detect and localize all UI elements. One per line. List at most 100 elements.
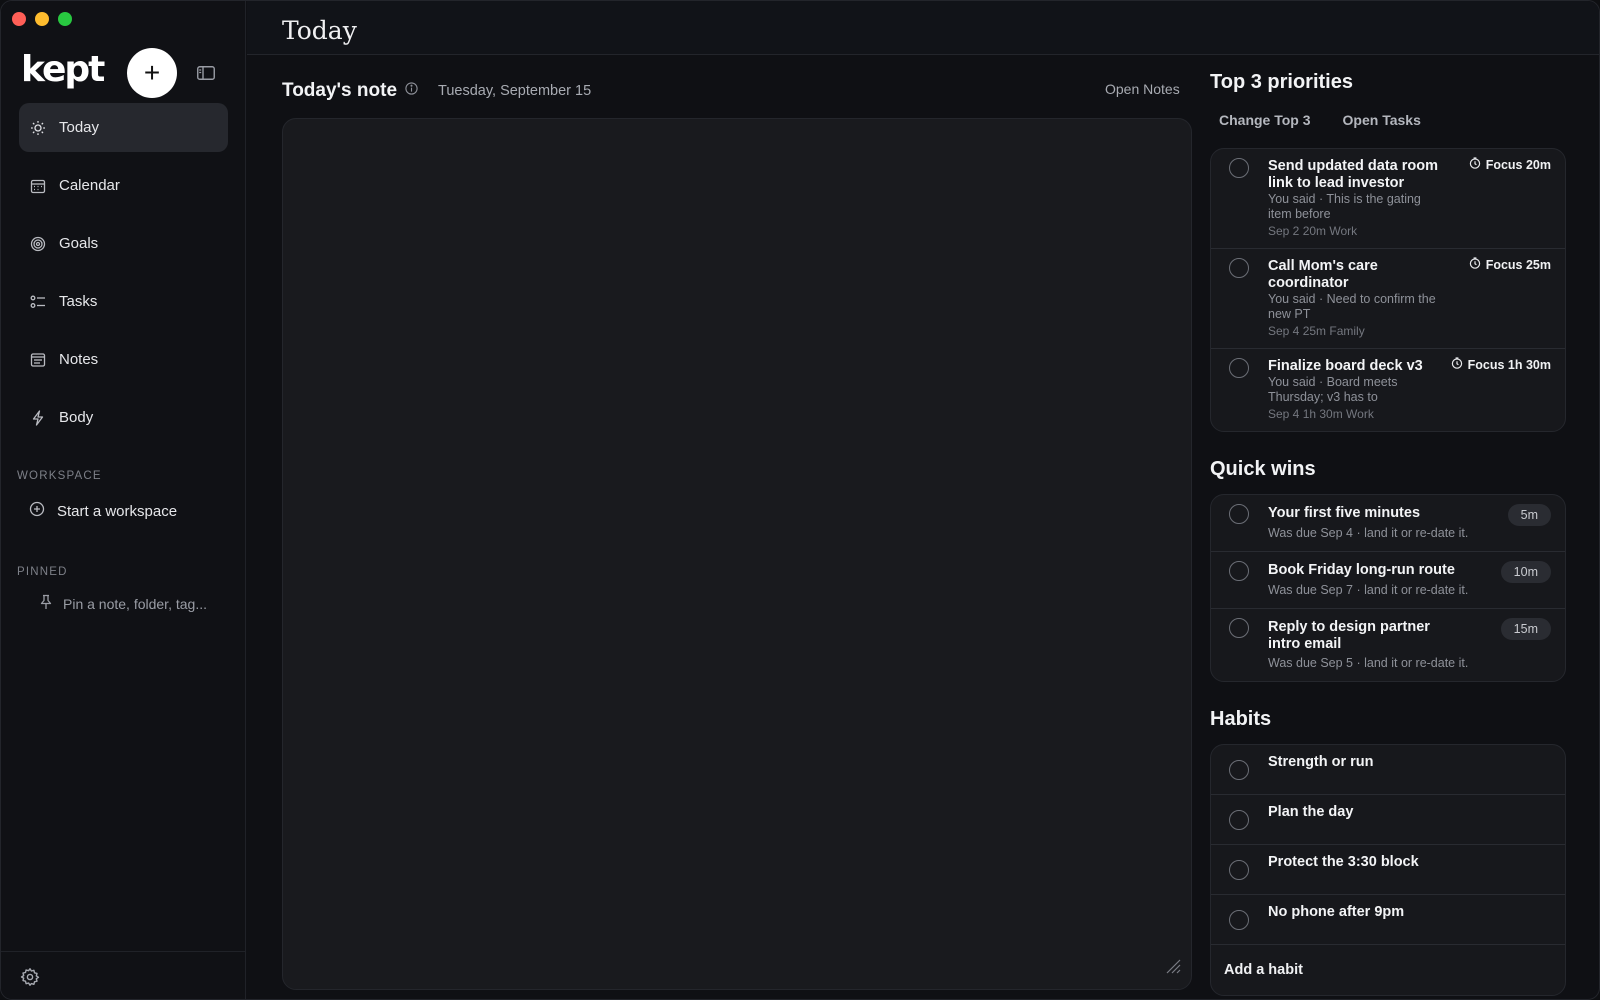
page-title: Today: [282, 16, 357, 45]
task-checkbox[interactable]: [1229, 158, 1249, 178]
pinned-placeholder[interactable]: Pin a note, folder, tag...: [39, 594, 207, 613]
sidebar-item-label: Goals: [59, 235, 99, 252]
task-note: You said · Need to confirm the new PT: [1268, 292, 1436, 322]
change-top3-button[interactable]: Change Top 3: [1219, 112, 1311, 128]
task-meta: Sep 4 1h 30m Work: [1268, 407, 1374, 421]
app-logo: kept: [21, 49, 105, 90]
task-title-line: Call Mom's care: [1268, 258, 1378, 274]
timer-icon: [1451, 357, 1463, 372]
timer-icon: [1469, 257, 1481, 272]
minimize-window-button[interactable]: [35, 12, 49, 26]
task-title-line: coordinator: [1268, 275, 1349, 291]
open-tasks-button[interactable]: Open Tasks: [1343, 112, 1421, 128]
sidebar-nav: Today Calendar Goals Tasks Notes Body: [19, 103, 228, 451]
info-icon[interactable]: [405, 82, 418, 100]
task-checkbox[interactable]: [1229, 618, 1249, 638]
sidebar-item-body[interactable]: Body: [19, 393, 228, 442]
calendar-icon: [29, 177, 47, 195]
habit-checkbox[interactable]: [1229, 760, 1249, 780]
priorities-card: Send updated data room link to lead inve…: [1210, 148, 1566, 432]
sidebar-item-goals[interactable]: Goals: [19, 219, 228, 268]
quick-win-row[interactable]: Reply to design partner intro email Was …: [1211, 609, 1565, 681]
task-checkbox[interactable]: [1229, 561, 1249, 581]
sidebar-item-label: Calendar: [59, 177, 120, 194]
task-note: Was due Sep 4 · land it or re-date it.: [1268, 526, 1469, 540]
task-note: Was due Sep 5 · land it or re-date it.: [1268, 656, 1469, 670]
sidebar-item-calendar[interactable]: Calendar: [19, 161, 228, 210]
task-note-line: You said · Need to confirm the: [1268, 292, 1436, 306]
note-icon: [29, 351, 47, 369]
task-title-line: intro email: [1268, 636, 1342, 652]
close-window-button[interactable]: [12, 12, 26, 26]
habits-title: Habits: [1210, 708, 1272, 730]
note-date: Tuesday, September 15: [438, 83, 592, 99]
sidebar-item-tasks[interactable]: Tasks: [19, 277, 228, 326]
timer-icon: [1469, 157, 1481, 172]
right-panel: Top 3 priorities Change Top 3 Open Tasks…: [1210, 71, 1566, 996]
task-title-line: Send updated data room: [1268, 158, 1438, 174]
habit-checkbox[interactable]: [1229, 810, 1249, 830]
task-checkbox[interactable]: [1229, 358, 1249, 378]
sidebar: kept + Today Calendar Goals Tasks Notes …: [1, 1, 246, 999]
task-title: Book Friday long-run route: [1268, 562, 1455, 578]
sidebar-footer: [1, 951, 246, 999]
focus-label: Focus 25m: [1485, 257, 1551, 272]
zoom-window-button[interactable]: [58, 12, 72, 26]
habit-title: Protect the 3:30 block: [1268, 854, 1419, 870]
pinned-section-label: PINNED: [17, 566, 68, 578]
habit-checkbox[interactable]: [1229, 910, 1249, 930]
priority-row[interactable]: Call Mom's care coordinator You said · N…: [1211, 249, 1565, 349]
note-title: Today's note: [282, 80, 398, 101]
focus-button[interactable]: Focus 20m: [1469, 157, 1551, 172]
habit-row[interactable]: Protect the 3:30 block: [1211, 845, 1565, 895]
focus-button[interactable]: Focus 25m: [1469, 257, 1551, 272]
task-note-line: You said · This is the gating: [1268, 192, 1421, 206]
pin-icon: [39, 594, 53, 613]
sidebar-item-today[interactable]: Today: [19, 103, 228, 152]
sidebar-item-notes[interactable]: Notes: [19, 335, 228, 384]
habit-title: Plan the day: [1268, 804, 1354, 820]
open-notes-link[interactable]: Open Notes: [1105, 81, 1180, 97]
task-note: You said · This is the gating item befor…: [1268, 192, 1421, 222]
settings-gear-icon[interactable]: [20, 967, 40, 992]
start-workspace-button[interactable]: Start a workspace: [29, 501, 177, 521]
task-meta: Sep 2 20m Work: [1268, 224, 1358, 238]
new-item-button[interactable]: +: [127, 48, 177, 98]
task-checkbox[interactable]: [1229, 504, 1249, 524]
task-note-line: You said · Board meets: [1268, 375, 1398, 389]
habit-row[interactable]: No phone after 9pm: [1211, 895, 1565, 945]
quick-win-row[interactable]: Your first five minutes Was due Sep 4 · …: [1211, 495, 1565, 552]
task-note-line: item before: [1268, 207, 1331, 221]
resize-handle-icon[interactable]: [1165, 958, 1181, 979]
sidebar-item-label: Body: [59, 409, 94, 426]
task-title: Send updated data room link to lead inve…: [1268, 158, 1438, 192]
habit-row[interactable]: Plan the day: [1211, 795, 1565, 845]
task-note-line: new PT: [1268, 307, 1311, 321]
duration-badge: 10m: [1500, 561, 1551, 583]
window-controls: [12, 12, 72, 26]
add-habit-button[interactable]: Add a habit: [1211, 945, 1565, 995]
sidebar-item-label: Tasks: [59, 293, 98, 310]
habit-title: Strength or run: [1268, 754, 1374, 770]
task-checkbox[interactable]: [1229, 258, 1249, 278]
task-title: Finalize board deck v3: [1268, 358, 1423, 375]
sidebar-item-label: Notes: [59, 351, 99, 368]
task-note-line: Thursday; v3 has to: [1268, 390, 1378, 404]
priority-row[interactable]: Send updated data room link to lead inve…: [1211, 149, 1565, 249]
duration-badge: 5m: [1507, 504, 1551, 526]
habit-row[interactable]: Strength or run: [1211, 745, 1565, 795]
habit-checkbox[interactable]: [1229, 860, 1249, 880]
task-title: Your first five minutes: [1268, 505, 1421, 521]
task-title-line: link to lead investor: [1268, 175, 1405, 191]
sidebar-toggle-icon[interactable]: [195, 63, 217, 83]
quick-win-row[interactable]: Book Friday long-run route Was due Sep 7…: [1211, 552, 1565, 609]
task-title: Reply to design partner intro email: [1268, 619, 1430, 653]
pinned-placeholder-text: Pin a note, folder, tag...: [63, 595, 207, 612]
priorities-title: Top 3 priorities: [1210, 71, 1353, 93]
note-header: Today's note Tuesday, September 15: [282, 77, 1182, 105]
focus-button[interactable]: Focus 1h 30m: [1451, 357, 1551, 372]
note-editor[interactable]: [282, 118, 1192, 990]
bolt-icon: [29, 409, 47, 427]
priorities-actions: Change Top 3 Open Tasks: [1210, 112, 1566, 128]
priority-row[interactable]: Finalize board deck v3 You said · Board …: [1211, 349, 1565, 431]
